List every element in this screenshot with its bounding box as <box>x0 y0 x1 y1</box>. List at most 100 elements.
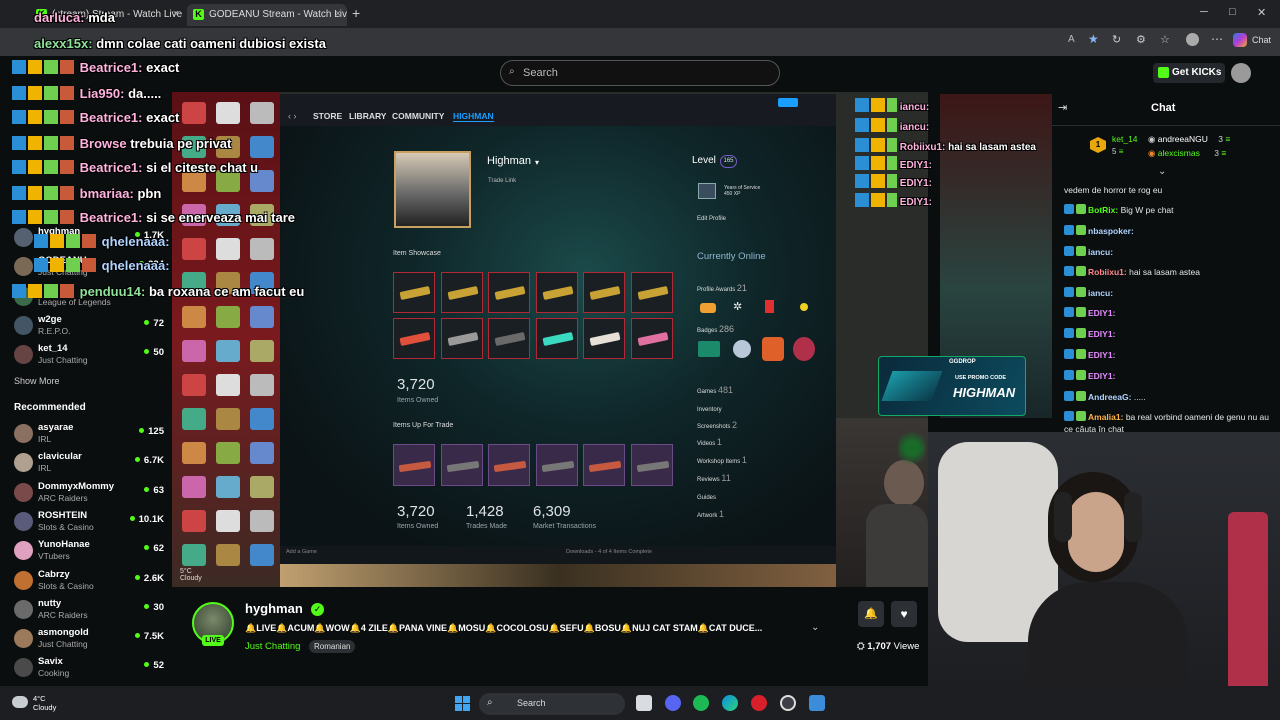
streamer-name[interactable]: hyghman <box>245 601 303 616</box>
badge-icon <box>1064 287 1074 297</box>
kicks-coin-icon <box>1158 67 1169 78</box>
channel-name: clavicular <box>38 451 82 463</box>
chat-badges-icon <box>12 210 76 224</box>
steam-profile-link: Artwork 1 <box>697 509 725 519</box>
sidebar-channel[interactable]: nutty ARC Raiders 30 <box>14 598 164 624</box>
sidebar-channel[interactable]: ket_14 Just Chatting 50 <box>14 343 164 369</box>
channel-avatar <box>14 228 33 247</box>
task-view-icon[interactable] <box>636 695 652 711</box>
steam-icon[interactable] <box>780 695 796 711</box>
desktop-shortcut-icon <box>182 374 206 396</box>
overlay-chat-message: EDIY1: <box>855 193 932 208</box>
steam-navbar <box>280 94 836 126</box>
channel-name: nutty <box>38 597 62 609</box>
badge-icon <box>1064 370 1074 380</box>
currently-online: Currently Online <box>697 251 766 262</box>
user-avatar[interactable] <box>1231 63 1251 83</box>
sidebar-channel[interactable]: clavicular IRL 6.7K <box>14 451 164 477</box>
trade-item <box>583 444 625 486</box>
new-tab-button[interactable]: + <box>352 5 360 21</box>
favorite-star-icon[interactable]: ★ <box>1088 32 1099 46</box>
show-more-link[interactable]: Show More <box>14 376 60 386</box>
channel-name: ROSHTEIN <box>38 509 88 521</box>
chat-message: nbaspoker: <box>1064 225 1272 237</box>
close-window-icon[interactable]: ✕ <box>1257 6 1266 19</box>
leaderboard-user[interactable]: ◉ alexcismas 3 ≡ <box>1148 148 1226 159</box>
desktop-shortcut-icon <box>250 510 274 532</box>
overlay-chat-message: Beatrice1: si se enerveaza mai tare <box>12 210 295 225</box>
notification-bell-icon[interactable]: 🔔 <box>858 601 884 627</box>
sidebar-channel[interactable]: YunoHanae VTubers 62 <box>14 539 164 565</box>
overlay-chat-message: alexx15x: dmn colae cati oameni dubiosi … <box>34 36 326 51</box>
tab-close-icon[interactable]: × <box>173 8 179 20</box>
edge-icon[interactable] <box>722 695 738 711</box>
channel-category: Slots & Casino <box>38 521 94 532</box>
refresh-icon[interactable]: ↻ <box>1112 33 1121 46</box>
items-for-trade-label: Items Up For Trade <box>393 422 454 429</box>
chat-message: iancu: <box>1064 287 1272 299</box>
stat-label: Market Transactions <box>533 523 597 530</box>
chat-badges-icon <box>34 234 98 248</box>
steam-nav-profile: HIGHMAN <box>453 111 494 122</box>
taskbar-search[interactable]: ⌕ Search <box>479 693 625 715</box>
expand-title-icon[interactable]: ⌄ <box>811 622 819 633</box>
tab-title: GODEANU Stream - Watch Live on <box>209 9 347 20</box>
minimize-icon[interactable]: ─ <box>1200 6 1208 18</box>
sidebar-channel[interactable]: DommyxMommy ARC Raiders 63 <box>14 481 164 507</box>
taskbar-weather[interactable]: 4°C Cloudy <box>33 694 56 712</box>
read-aloud-icon[interactable]: A <box>1068 34 1075 45</box>
badge-icon <box>1064 204 1074 214</box>
favorites-icon[interactable]: ☆ <box>1160 33 1170 46</box>
badge-icon <box>1064 307 1074 317</box>
profile-awards: Profile Awards 21 <box>697 283 747 293</box>
channel-category: Slots & Casino <box>38 580 94 591</box>
app-icon[interactable] <box>809 695 825 711</box>
leaderboard-user[interactable]: ◉ andreeaNGU 3 ≡ <box>1148 134 1230 145</box>
maximize-icon[interactable]: □ <box>1229 6 1236 18</box>
leaderboard-user[interactable]: ket_14 <box>1112 134 1138 144</box>
browser-tab-2[interactable]: K GODEANU Stream - Watch Live on × <box>187 4 347 26</box>
channel-viewers: 72 <box>144 318 164 329</box>
stream-category[interactable]: Just Chatting <box>245 641 300 652</box>
discord-icon[interactable] <box>665 695 681 711</box>
expand-leaderboard-icon[interactable]: ⌄ <box>1158 166 1166 177</box>
chat-message: AndreeaG: ..... <box>1064 391 1272 403</box>
badge-icon <box>733 340 751 358</box>
showcase-item <box>630 318 673 359</box>
desktop-shortcut-icon <box>216 544 240 566</box>
get-kicks-button[interactable]: Get KICKs <box>1153 63 1225 83</box>
sidebar-channel[interactable]: w2ge R.E.P.O. 72 <box>14 314 164 340</box>
tag-romanian[interactable]: Romanian <box>309 640 356 653</box>
spotify-icon[interactable] <box>693 695 709 711</box>
copilot-chat-label[interactable]: Chat <box>1252 35 1271 45</box>
desktop-shortcut-icon <box>216 102 240 124</box>
extensions-icon[interactable]: ⚙ <box>1136 33 1146 46</box>
chat-message: EDIY1: <box>1064 370 1272 382</box>
tab-close-icon[interactable]: × <box>335 8 341 20</box>
desktop-shortcut-icon <box>182 442 206 464</box>
follow-heart-icon[interactable]: ♥ <box>891 601 917 627</box>
sidebar-channel[interactable]: Savix Cooking 52 <box>14 656 164 682</box>
windows-start-icon[interactable] <box>455 696 470 711</box>
obs-icon[interactable] <box>751 695 767 711</box>
desktop-shortcut-icon <box>250 340 274 362</box>
more-menu-icon[interactable]: ⋯ <box>1211 32 1223 46</box>
award-icon: ✲ <box>733 301 743 313</box>
sidebar-channel[interactable]: asmongold Just Chatting 7.5K <box>14 627 164 653</box>
search-input[interactable]: ⌕ Search <box>500 60 780 86</box>
sidebar-channel[interactable]: asyarae IRL 125 <box>14 422 164 448</box>
desktop-weather: 5°C Cloudy <box>180 568 202 582</box>
item-showcase-label: Item Showcase <box>393 250 441 257</box>
chat-badges-icon <box>855 118 897 132</box>
chat-message: EDIY1: <box>1064 349 1272 361</box>
sidebar-channel[interactable]: ROSHTEIN Slots & Casino 10.1K <box>14 510 164 536</box>
channel-name: DommyxMommy <box>38 480 115 492</box>
channel-viewers: 62 <box>144 543 164 554</box>
sidebar-channel[interactable]: Cabrzy Slots & Casino 2.6K <box>14 569 164 595</box>
copilot-icon[interactable] <box>1233 33 1247 47</box>
collapse-chat-icon[interactable]: ⇥ <box>1058 101 1067 114</box>
profile-avatar[interactable] <box>1186 33 1199 46</box>
badge-icon <box>1064 266 1074 276</box>
showcase-item <box>393 318 435 359</box>
channel-category: ARC Raiders <box>38 492 88 503</box>
